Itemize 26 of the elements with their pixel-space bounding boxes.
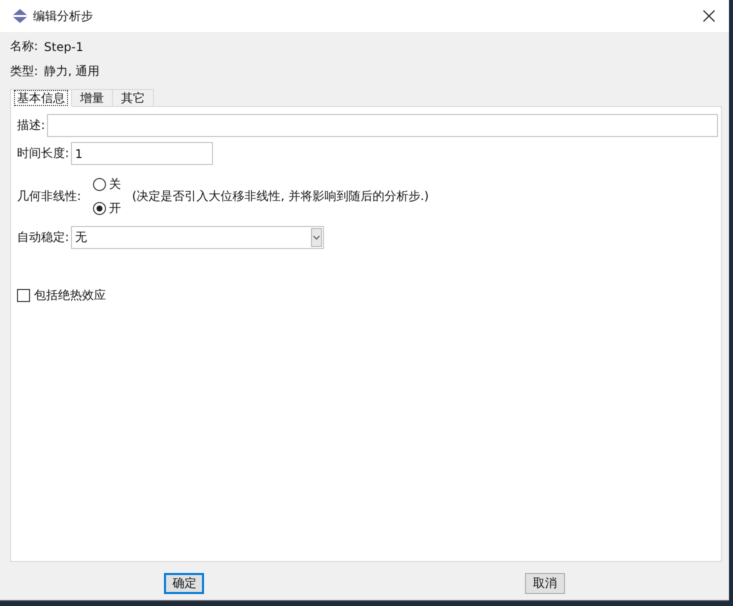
text-field[interactable]: 1: [71, 142, 214, 165]
radio-icon[interactable]: [93, 202, 106, 214]
field-label: 几何非线性:: [17, 188, 82, 204]
radio-icon[interactable]: [93, 178, 106, 190]
tab[interactable]: 增量: [72, 89, 113, 107]
checkbox-icon[interactable]: [17, 289, 30, 302]
checkbox-option[interactable]: 包括绝热效应: [17, 287, 106, 304]
tab[interactable]: 基本信息: [10, 89, 72, 107]
up-down-triangles-icon: [13, 9, 27, 23]
tab[interactable]: 其它: [113, 89, 154, 107]
dropdown[interactable]: 无: [71, 226, 324, 249]
text-field[interactable]: [47, 114, 718, 137]
info-value: 静力, 通用: [44, 63, 100, 80]
radio-option[interactable]: 关: [93, 176, 122, 192]
window-title: 编辑分析步: [33, 8, 93, 24]
hint-text: (决定是否引入大位移非线性, 并将影响到随后的分析步.): [132, 188, 429, 204]
dialog-button[interactable]: 取消: [524, 573, 565, 594]
info-label: 名称:: [10, 38, 38, 55]
radio-option[interactable]: 开: [93, 200, 122, 216]
field-label: 时间长度:: [17, 145, 70, 162]
info-value: Step-1: [44, 40, 84, 54]
dialog-button[interactable]: 确定: [164, 573, 204, 594]
close-icon[interactable]: [703, 10, 715, 22]
info-label: 类型:: [10, 63, 38, 80]
field-label: 自动稳定:: [17, 229, 70, 246]
field-label: 描述:: [17, 117, 46, 134]
